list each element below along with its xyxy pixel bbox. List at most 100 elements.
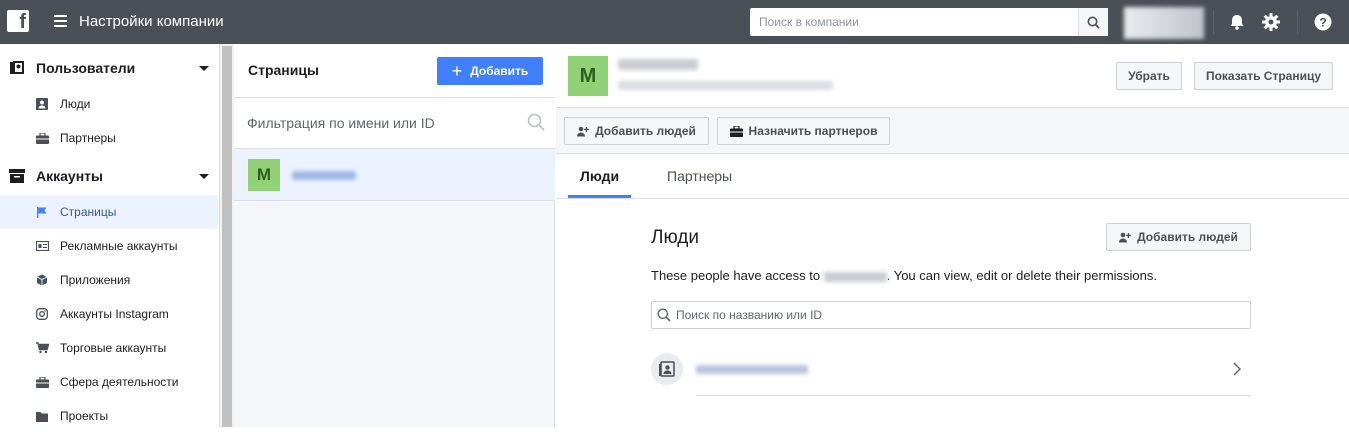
add-page-button[interactable]: + Добавить [437, 57, 543, 85]
access-description: These people have access to . You can vi… [651, 268, 1157, 283]
search-icon [527, 113, 545, 131]
help-icon[interactable]: ? [1312, 11, 1334, 33]
facebook-logo-icon[interactable]: f [7, 10, 29, 32]
briefcase-icon [35, 375, 49, 389]
pages-filter [234, 98, 555, 149]
company-search-input[interactable] [750, 8, 1076, 36]
actions-bar: Добавить людей Назначить партнеров [556, 108, 1349, 154]
sidebar-scrollbar[interactable] [220, 44, 234, 427]
sidebar-item-projects[interactable]: Проекты [0, 399, 218, 433]
tab-people[interactable]: Люди [580, 168, 619, 184]
section-add-people-label: Добавить людей [1137, 230, 1238, 244]
pages-panel-title: Страницы [248, 62, 319, 78]
sidebar-item-label: Рекламные аккаунты [60, 239, 178, 253]
search-icon [657, 308, 671, 322]
page-id-redacted [618, 81, 833, 90]
sidebar-item-partners[interactable]: Партнеры [0, 121, 218, 155]
sidebar-item-label: Страницы [60, 205, 117, 219]
divider [1297, 10, 1298, 34]
divider [696, 395, 1251, 396]
sidebar-item-pages[interactable]: Страницы [0, 195, 218, 229]
chevron-right-icon[interactable] [1233, 362, 1241, 376]
page-name-redacted [823, 271, 887, 282]
page-avatar-large: M [568, 56, 608, 96]
sidebar-item-label: Проекты [60, 409, 109, 423]
active-tab-indicator [568, 195, 631, 198]
chevron-down-icon[interactable] [199, 173, 209, 179]
page-detail-header: M Убрать Показать Страницу [556, 44, 1349, 108]
pages-panel-header: Страницы + Добавить [234, 44, 555, 98]
show-page-button[interactable]: Показать Страницу [1194, 62, 1333, 90]
person-icon [35, 97, 49, 111]
top-bar: f Настройки компании ? [0, 0, 1349, 44]
bell-icon[interactable] [1226, 11, 1248, 33]
sidebar-item-label: Приложения [60, 273, 131, 287]
sidebar-item-commerce[interactable]: Торговые аккаунты [0, 331, 218, 365]
ad-account-icon [35, 239, 49, 253]
sidebar-item-instagram[interactable]: Аккаунты Instagram [0, 297, 218, 331]
cart-icon [35, 341, 49, 355]
sidebar-item-label: Партнеры [60, 131, 116, 145]
app-title: Настройки компании [79, 13, 224, 30]
sidebar-item-label: Аккаунты Instagram [60, 307, 169, 321]
menu-icon[interactable] [54, 15, 67, 27]
instagram-icon [35, 307, 49, 321]
plus-icon: + [451, 61, 463, 81]
users-icon [9, 60, 25, 76]
desc-prefix: These people have access to [651, 268, 821, 283]
sidebar-section-users[interactable]: Пользователи [0, 51, 220, 85]
divider [1213, 10, 1214, 34]
person-avatar [651, 353, 683, 385]
person-list-item[interactable] [651, 348, 1251, 396]
search-icon [1087, 16, 1100, 29]
briefcase-icon [729, 125, 743, 137]
page-name-redacted [292, 171, 356, 180]
add-person-icon [1119, 232, 1132, 242]
pages-panel: Страницы + Добавить M [234, 44, 555, 427]
sidebar-item-people[interactable]: Люди [0, 87, 218, 121]
cube-icon [35, 273, 49, 287]
svg-text:?: ? [1319, 16, 1326, 30]
sidebar-section-label: Пользователи [36, 60, 136, 76]
add-page-label: Добавить [470, 64, 529, 78]
accounts-icon [9, 168, 25, 184]
page-name-redacted [618, 59, 698, 70]
sidebar-item-label: Торговые аккаунты [60, 341, 167, 355]
add-people-button[interactable]: Добавить людей [564, 117, 709, 145]
scrollbar-thumb[interactable] [222, 46, 232, 427]
desc-suffix: . You can view, edit or delete their per… [886, 268, 1157, 283]
search-button[interactable] [1078, 8, 1108, 36]
add-person-icon [577, 126, 590, 136]
page-list-item[interactable]: M [234, 149, 555, 201]
remove-button[interactable]: Убрать [1116, 62, 1182, 90]
person-name-redacted [696, 365, 808, 374]
chevron-down-icon[interactable] [199, 65, 209, 71]
pages-filter-input[interactable] [247, 112, 517, 134]
sidebar: Пользователи Люди Партнеры Аккаунты Стра… [0, 44, 220, 427]
section-add-people-button[interactable]: Добавить людей [1106, 223, 1251, 251]
assign-partners-button[interactable]: Назначить партнеров [717, 117, 890, 145]
detail-tabs: Люди Партнеры [556, 154, 1349, 199]
sidebar-item-label: Люди [60, 97, 91, 111]
contact-card-icon [659, 361, 675, 377]
briefcase-icon [35, 131, 49, 145]
people-search-input[interactable] [676, 307, 1236, 323]
account-avatar[interactable] [1124, 7, 1204, 39]
sidebar-item-label: Сфера деятельности [60, 375, 179, 389]
gear-icon[interactable] [1260, 11, 1282, 33]
page-detail: M Убрать Показать Страницу Добавить люде… [556, 44, 1349, 427]
sidebar-item-ad-accounts[interactable]: Рекламные аккаунты [0, 229, 218, 263]
flag-icon [35, 205, 49, 219]
add-people-label: Добавить людей [595, 124, 696, 138]
section-title: Люди [651, 227, 700, 248]
tab-partners[interactable]: Партнеры [667, 168, 732, 184]
company-search [750, 8, 1108, 36]
folder-icon [35, 409, 49, 423]
sidebar-section-accounts[interactable]: Аккаунты [0, 159, 220, 193]
sidebar-item-line-of-business[interactable]: Сфера деятельности [0, 365, 218, 399]
sidebar-item-apps[interactable]: Приложения [0, 263, 218, 297]
people-search [651, 301, 1251, 329]
assign-partners-label: Назначить партнеров [748, 124, 878, 138]
sidebar-section-label: Аккаунты [36, 168, 103, 184]
page-avatar: M [248, 159, 280, 191]
